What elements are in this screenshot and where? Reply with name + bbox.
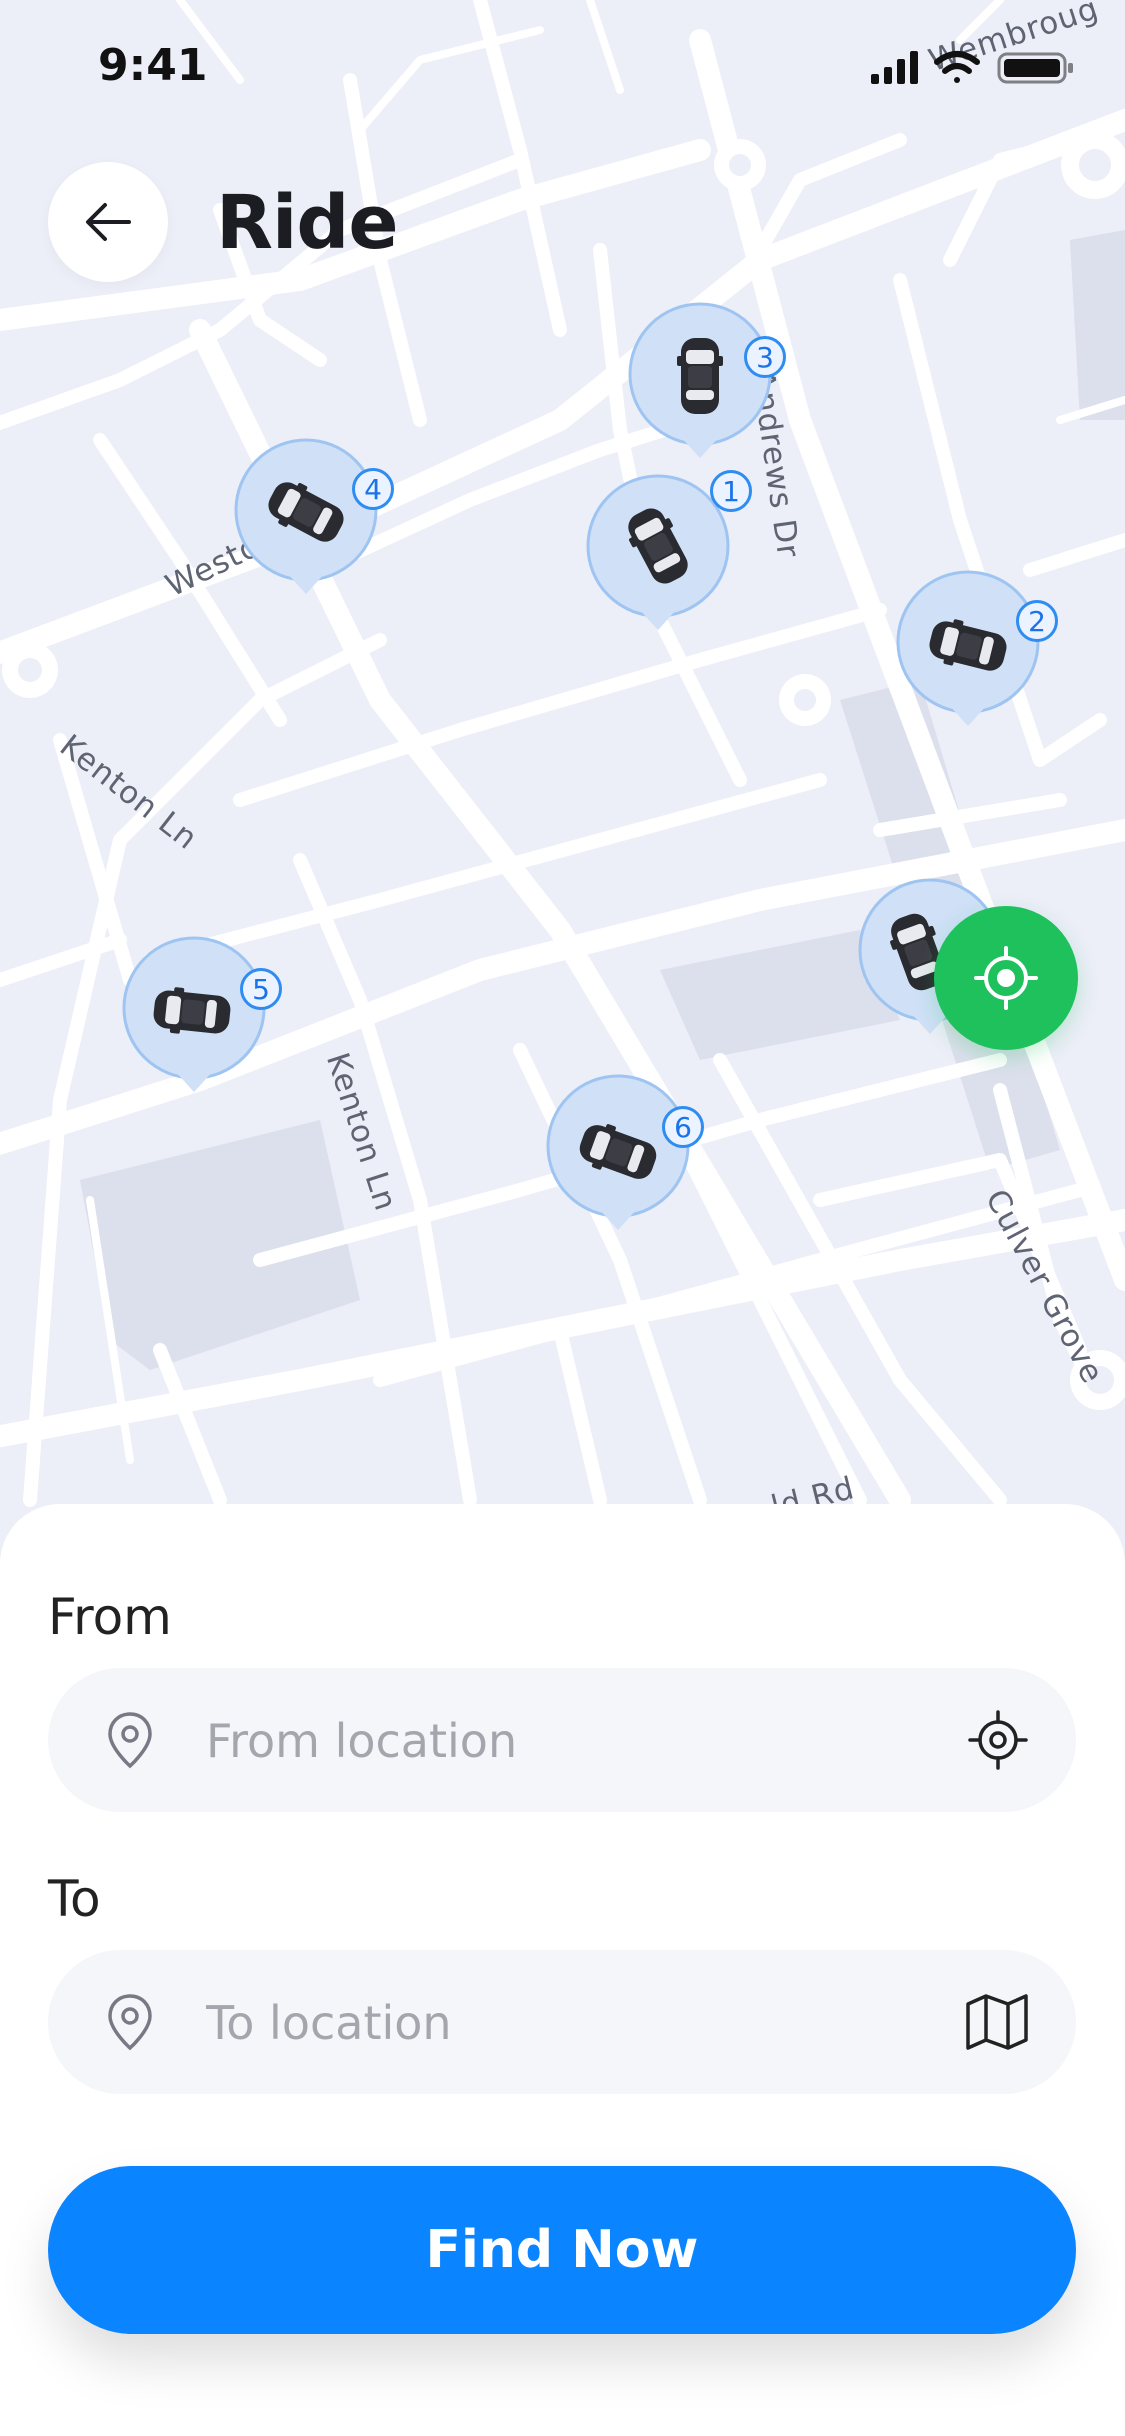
- map-icon[interactable]: [964, 1990, 1030, 2054]
- car-number-badge: 2: [1016, 600, 1058, 642]
- car-number-badge: 6: [662, 1106, 704, 1148]
- arrow-left-icon: [86, 203, 131, 241]
- from-label: From: [48, 1588, 172, 1646]
- car-number-badge: 4: [352, 468, 394, 510]
- car-icon: [677, 338, 723, 414]
- car-marker[interactable]: 6: [546, 1074, 716, 1244]
- crosshair-icon: [974, 946, 1038, 1010]
- car-number-badge: 1: [710, 470, 752, 512]
- to-field[interactable]: [48, 1950, 1076, 2096]
- signal-icon: [871, 51, 918, 84]
- page-title: Ride: [216, 180, 399, 266]
- from-field[interactable]: [48, 1668, 1076, 1814]
- to-location-input[interactable]: [204, 1950, 968, 2096]
- car-number-badge: 3: [744, 336, 786, 378]
- car-marker[interactable]: 5: [122, 936, 292, 1106]
- location-pin-icon: [108, 1994, 152, 2051]
- car-marker[interactable]: 1: [586, 470, 756, 644]
- car-marker[interactable]: 2: [896, 570, 1066, 740]
- back-button[interactable]: [48, 162, 168, 282]
- crosshair-icon[interactable]: [966, 1708, 1030, 1772]
- status-icons: [871, 51, 1073, 84]
- car-number-badge: 5: [240, 968, 282, 1010]
- to-label: To: [48, 1870, 101, 1928]
- wifi-icon: [934, 51, 980, 83]
- location-pin-icon: [108, 1712, 152, 1769]
- status-time: 9:41: [98, 40, 208, 91]
- car-marker[interactable]: 4: [234, 438, 404, 608]
- find-now-button[interactable]: Find Now: [48, 2166, 1076, 2334]
- my-location-button[interactable]: [934, 906, 1078, 1050]
- car-marker[interactable]: 3: [628, 302, 798, 472]
- from-location-input[interactable]: [204, 1668, 968, 1814]
- battery-icon: [997, 52, 1073, 84]
